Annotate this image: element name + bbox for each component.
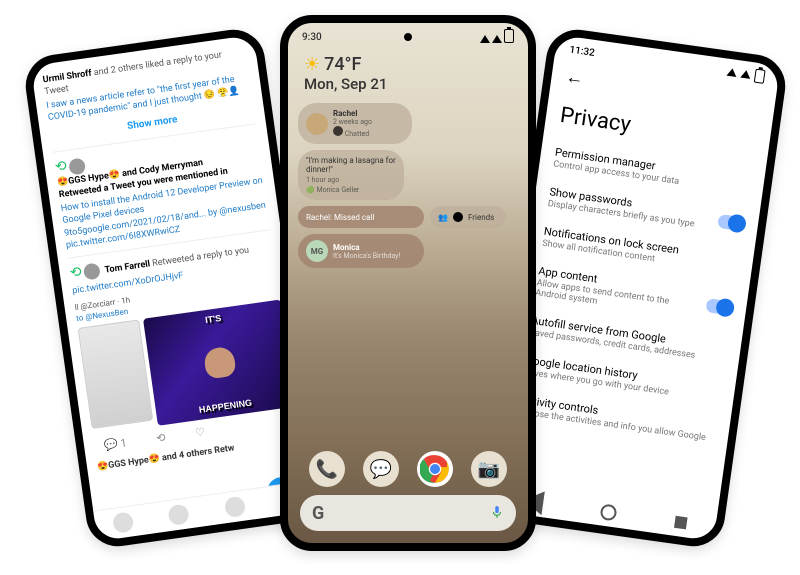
- chip-text: Friends: [468, 213, 494, 222]
- chip-name: Rachel: [333, 109, 372, 118]
- camera-app-icon[interactable]: 📷: [471, 451, 507, 487]
- weather-widget[interactable]: ☀74°F Mon, Sep 21: [288, 48, 528, 103]
- rt2-who: Tom Farrell: [104, 259, 151, 275]
- status-time: 11:32: [569, 44, 596, 58]
- chat-chip-rachel[interactable]: Rachel2 weeks ago Chatted: [298, 103, 412, 144]
- tab-home[interactable]: [112, 511, 135, 534]
- meme-image: IT'S HAPPENING: [143, 300, 296, 426]
- chip-quote: "I'm making a lasagna for dinner!": [306, 156, 396, 174]
- friends-chip[interactable]: 👥Friends: [430, 206, 506, 228]
- retweet-icon: ⟲: [69, 263, 83, 283]
- settings-list: Permission managerControl app access to …: [503, 136, 766, 454]
- retweet-icon: ⟲: [54, 157, 68, 177]
- wifi-icon: [726, 68, 737, 77]
- tab-search[interactable]: [168, 503, 191, 526]
- chip-name: Monica: [333, 243, 400, 252]
- chip-time: 1 hour ago: [306, 176, 339, 184]
- battery-icon: [754, 69, 766, 84]
- chip-sender: Monica Geller: [316, 186, 359, 194]
- mic-icon[interactable]: [490, 503, 504, 524]
- meme-top: IT'S: [204, 312, 222, 326]
- chrome-app-icon[interactable]: [417, 451, 453, 487]
- toggle-switch[interactable]: [705, 298, 733, 315]
- reply-icon[interactable]: 💬 1: [103, 437, 127, 455]
- weather-temp: 74°F: [324, 54, 361, 75]
- app-dock: 📞 💬 📷: [300, 451, 516, 487]
- avatar-initials: MG: [306, 240, 328, 262]
- battery-icon: [504, 29, 514, 43]
- missed-call-chip[interactable]: Rachel: Missed call: [298, 206, 424, 228]
- meme-person: [202, 346, 236, 380]
- avatar: [68, 157, 86, 175]
- chip-sub: It's Monica's Birthday!: [333, 252, 400, 260]
- toggle-switch[interactable]: [717, 214, 745, 231]
- chip-text: Rachel: Missed call: [306, 213, 374, 222]
- nav-home[interactable]: [600, 503, 618, 521]
- search-bar[interactable]: G: [300, 495, 516, 531]
- retweet-action-icon[interactable]: ⟲: [156, 431, 167, 447]
- chip-sub: 2 weeks ago: [333, 118, 372, 126]
- thumbnail-preview: [78, 320, 154, 430]
- avatar: [306, 113, 328, 135]
- like-icon[interactable]: ♡: [194, 426, 206, 442]
- wifi-icon: [492, 35, 502, 43]
- notif-name: Urmil Shroff: [42, 69, 92, 86]
- messages-app-icon[interactable]: 💬: [363, 451, 399, 487]
- tab-notif[interactable]: [223, 496, 246, 519]
- messenger-icon: [333, 126, 343, 136]
- signal-icon: [480, 35, 490, 43]
- phone-app-icon[interactable]: 📞: [309, 451, 345, 487]
- birthday-chip[interactable]: MG MonicaIt's Monica's Birthday!: [298, 234, 424, 268]
- status-time: 9:30: [302, 32, 322, 43]
- chat-chip-quote[interactable]: "I'm making a lasagna for dinner!" 1 hou…: [298, 150, 404, 200]
- twitter-feed: Urmil Shroff and 2 others liked a reply …: [31, 35, 312, 480]
- back-button[interactable]: ←: [564, 66, 585, 89]
- camera-notch: [404, 33, 412, 41]
- signal-icon: [740, 70, 751, 79]
- phone-homescreen: 9:30 ☀74°F Mon, Sep 21 Rachel2 weeks ago…: [280, 15, 536, 551]
- conversation-widgets: Rachel2 weeks ago Chatted "I'm making a …: [288, 103, 528, 268]
- avatar: [83, 263, 101, 281]
- sun-icon: ☀: [304, 54, 320, 75]
- weather-date: Mon, Sep 21: [304, 75, 512, 93]
- meme-bottom: HAPPENING: [198, 397, 253, 416]
- messenger-icon: [453, 212, 463, 222]
- google-logo: G: [312, 503, 324, 524]
- nav-recent[interactable]: [674, 516, 688, 530]
